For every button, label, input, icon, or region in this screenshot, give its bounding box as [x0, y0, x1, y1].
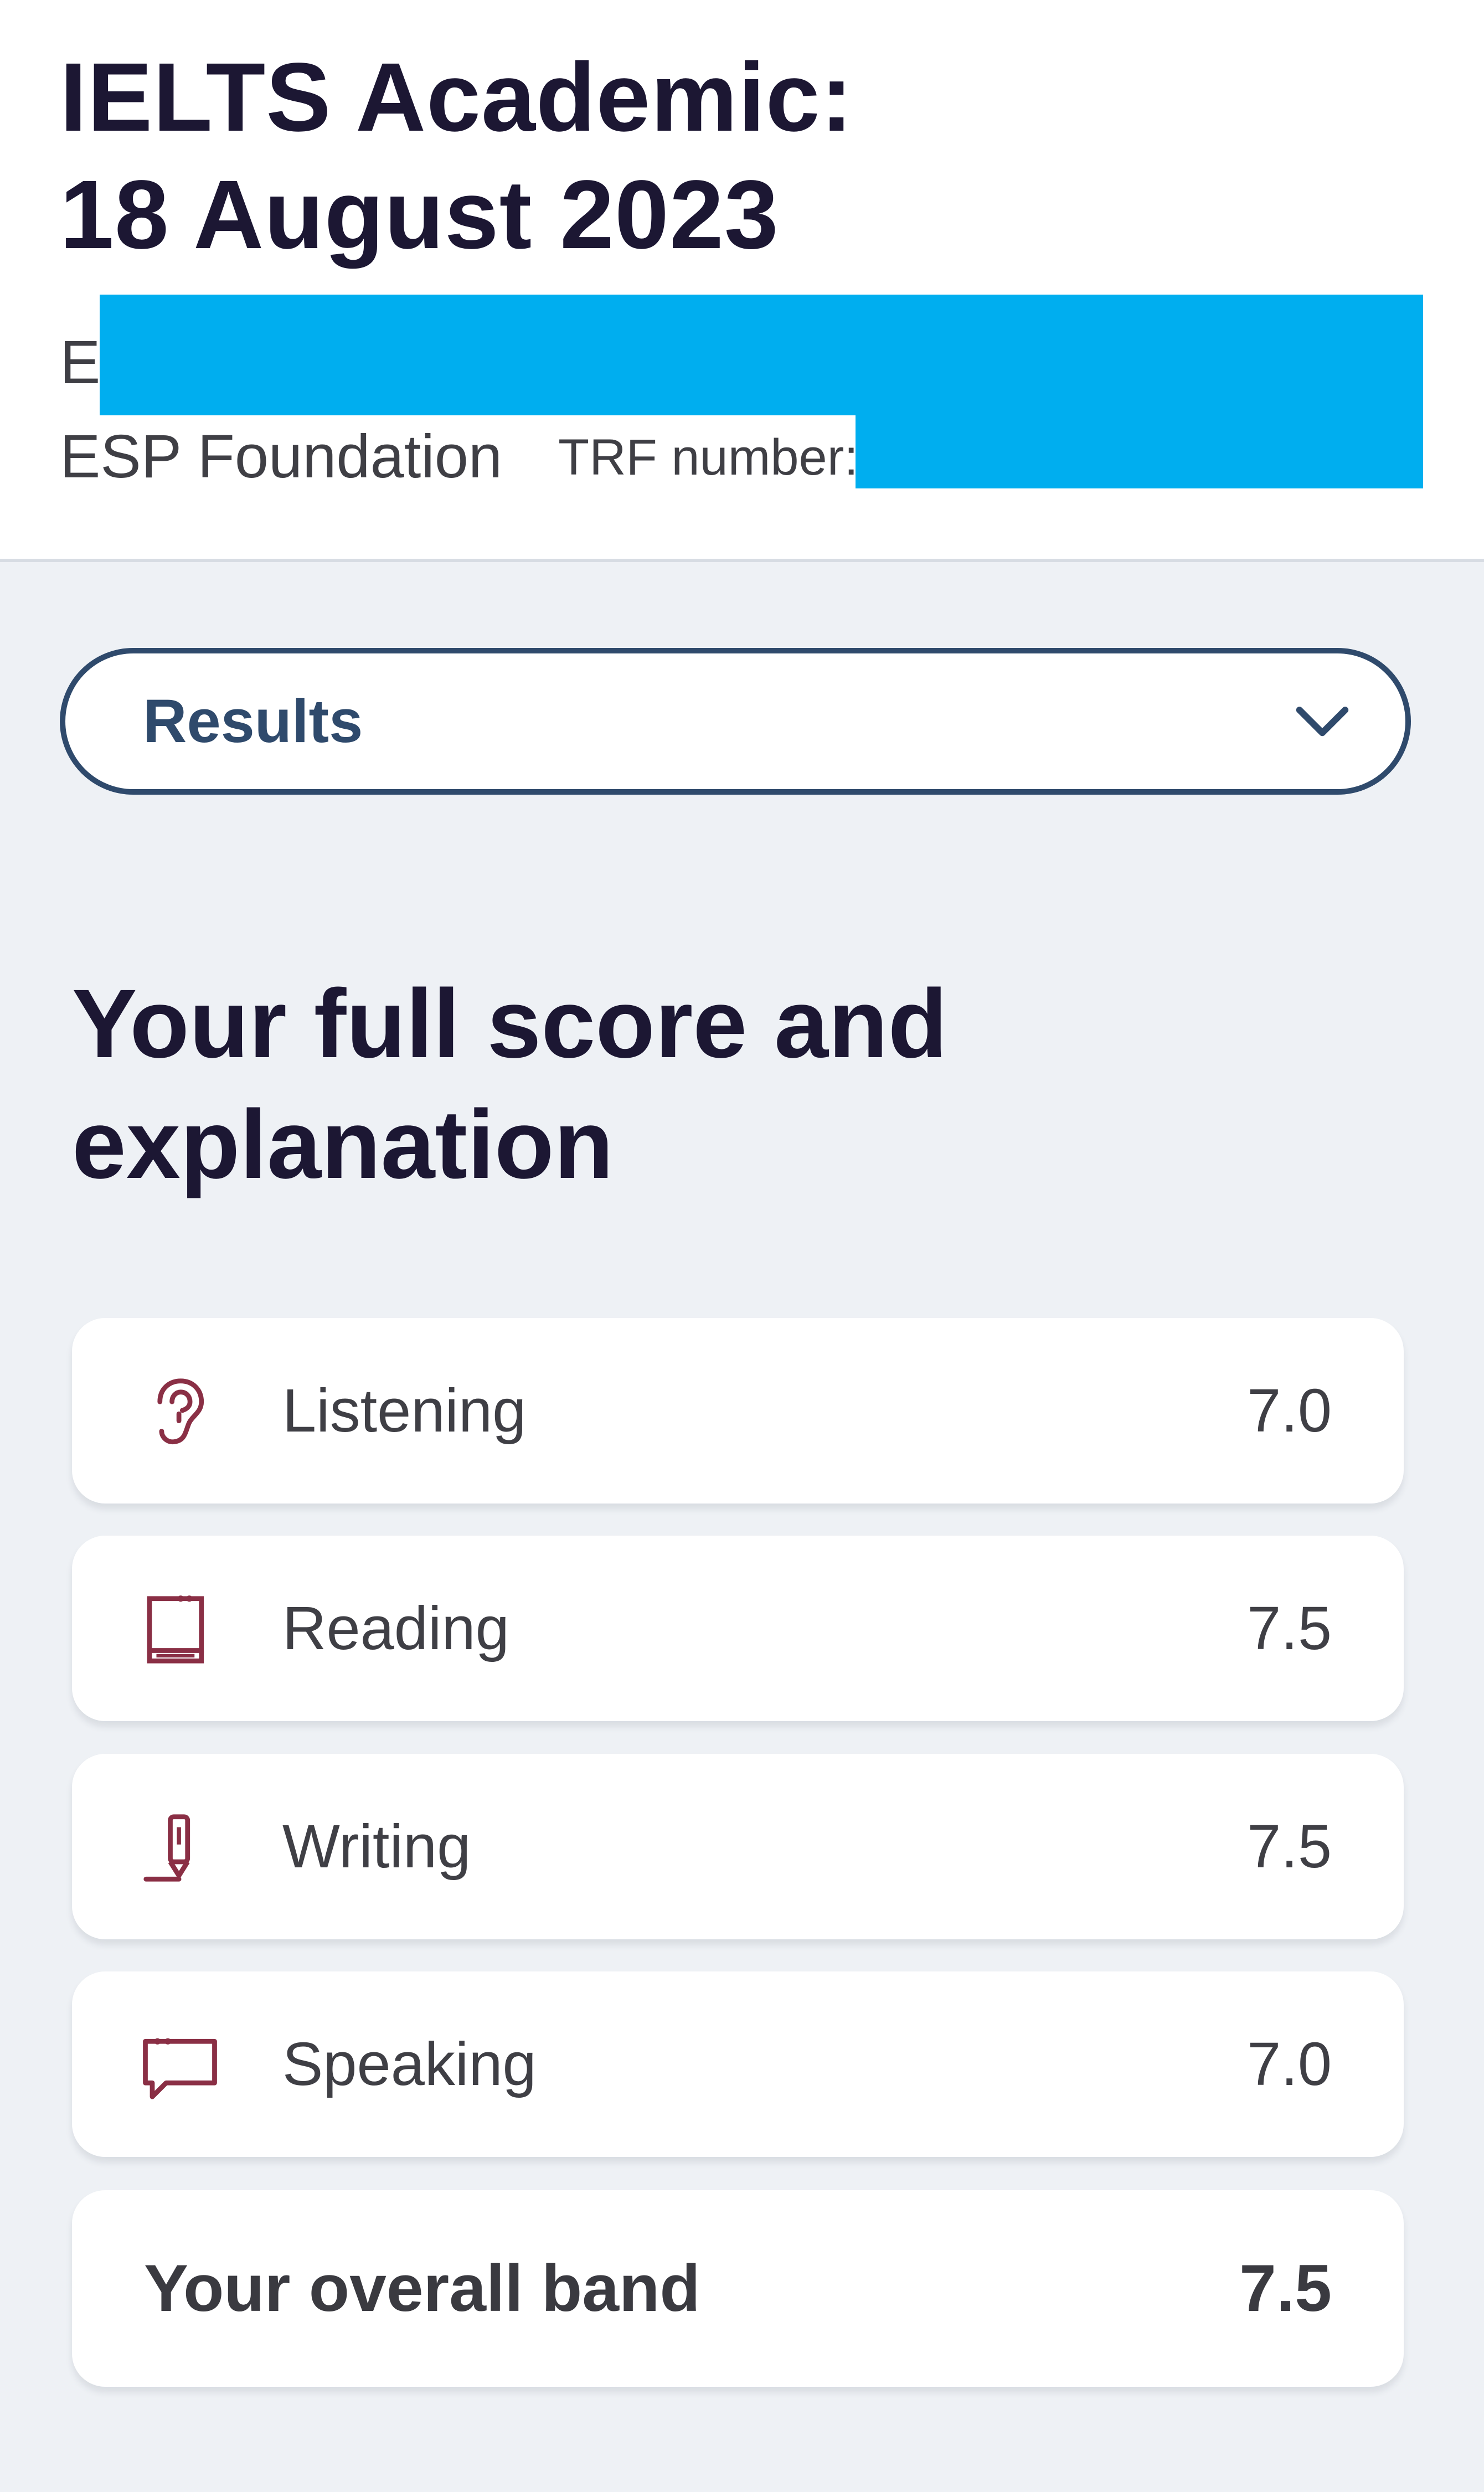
trf-number-label: TRF number:	[558, 429, 858, 486]
results-dropdown[interactable]: Results	[60, 648, 1411, 795]
score-label-reading: Reading	[282, 1594, 509, 1662]
score-label-speaking: Speaking	[282, 2030, 537, 2098]
score-card-writing[interactable]: Writing 7.5	[72, 1754, 1404, 1939]
header: IELTS Academic: 18 August 2023 E ESP Fou…	[0, 0, 1484, 562]
ear-icon	[157, 1378, 204, 1445]
score-label-listening: Listening	[282, 1377, 527, 1445]
book-icon	[147, 1595, 204, 1664]
test-date: 18 August 2023	[60, 161, 779, 269]
score-card-reading[interactable]: Reading 7.5	[72, 1536, 1404, 1721]
score-value-speaking: 7.0	[1247, 2030, 1332, 2098]
score-value-listening: 7.0	[1247, 1377, 1332, 1445]
score-value-writing: 7.5	[1247, 1813, 1332, 1881]
test-title-line1: IELTS Academic:	[60, 43, 854, 152]
score-card-speaking[interactable]: Speaking 7.0	[72, 1971, 1404, 2157]
trf-redaction-block	[856, 415, 1423, 488]
chevron-down-icon	[1296, 707, 1349, 737]
speech-bubble-icon	[143, 2038, 217, 2099]
test-centre-name: ESP Foundation	[60, 423, 503, 491]
overall-band-value: 7.5	[1239, 2251, 1332, 2325]
results-page: IELTS Academic: 18 August 2023 E ESP Fou…	[0, 0, 1484, 2492]
pen-icon	[143, 1814, 190, 1882]
dropdown-selected-label: Results	[143, 687, 363, 755]
score-value-reading: 7.5	[1247, 1594, 1332, 1662]
redaction-block	[100, 295, 1423, 415]
section-title-line1: Your full score and	[72, 970, 947, 1078]
test-title: IELTS Academic: 18 August 2023	[60, 39, 853, 274]
score-card-listening[interactable]: Listening 7.0	[72, 1318, 1404, 1504]
candidate-name: E	[60, 328, 101, 397]
section-title: Your full score and explanation	[72, 964, 947, 1205]
overall-band-card[interactable]: Your overall band 7.5	[72, 2190, 1404, 2387]
score-label-writing: Writing	[282, 1813, 471, 1881]
overall-band-label: Your overall band	[144, 2251, 700, 2325]
section-title-line2: explanation	[72, 1090, 614, 1199]
